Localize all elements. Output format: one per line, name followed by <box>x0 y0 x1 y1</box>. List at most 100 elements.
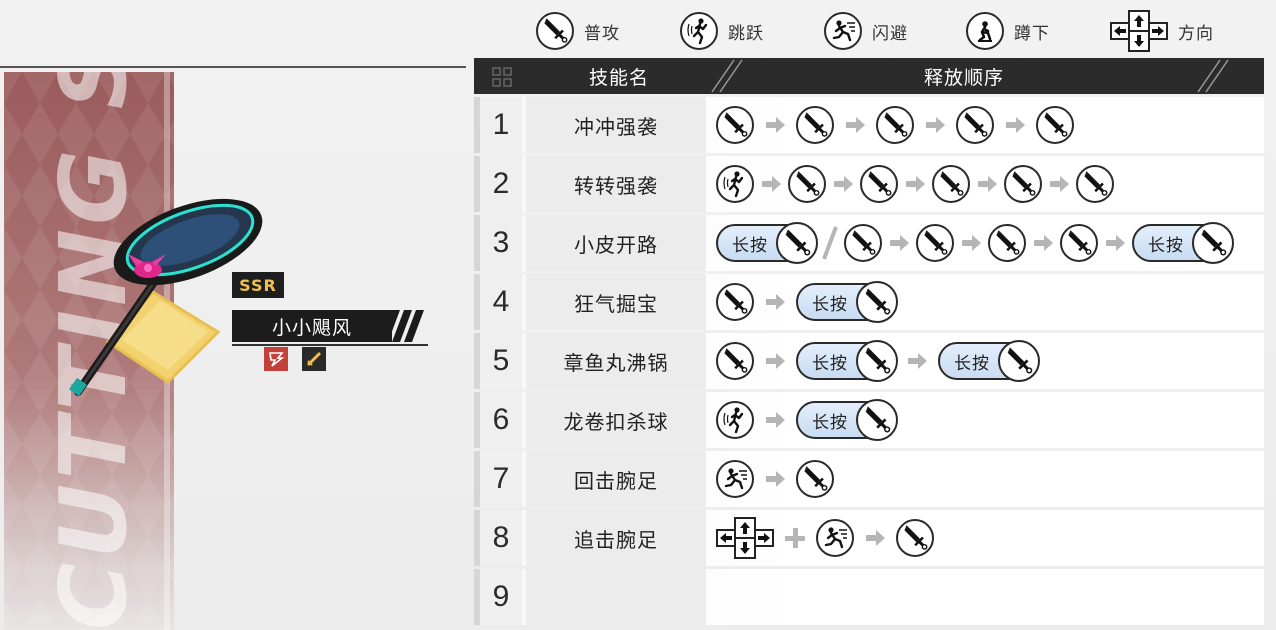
release-sequence <box>716 510 934 566</box>
sword-icon <box>716 283 754 321</box>
table-row: 1 冲冲强袭 <box>474 97 1264 153</box>
release-sequence: 长按 长按 <box>716 333 1040 389</box>
skill-name: 狂气掘宝 <box>526 274 706 330</box>
arrow-right-icon <box>908 353 927 369</box>
skill-number: 3 <box>480 215 522 271</box>
skill-number: 1 <box>480 97 522 153</box>
sword-icon <box>876 106 914 144</box>
skill-number: 6 <box>480 392 522 448</box>
legend-dodge: 闪避 <box>824 8 908 54</box>
weapon-image <box>69 198 263 397</box>
arrow-right-icon <box>766 471 785 487</box>
header-release-order: 释放顺序 <box>923 66 1004 89</box>
sword-icon <box>956 106 994 144</box>
sword-icon <box>856 399 898 441</box>
table-row: 4 狂气掘宝 长按 <box>474 274 1264 330</box>
sword-icon <box>896 519 934 557</box>
sword-icon <box>856 281 898 323</box>
skill-table: 技能名 释放顺序 1 冲冲强袭 2 转转强袭 3 小皮开路 长按 长按 4 狂气掘宝 长按 5 章鱼丸沸… <box>474 58 1264 625</box>
release-sequence: 长按 <box>716 392 898 448</box>
sword-icon <box>1060 224 1098 262</box>
table-row: 6 龙卷扣杀球 长按 <box>474 392 1264 448</box>
hold-label: 长按 <box>812 294 848 315</box>
plus-icon <box>785 528 805 548</box>
arrow-left-icon <box>716 529 736 547</box>
dodge-icon <box>716 460 754 498</box>
skill-name: 回击腕足 <box>526 451 706 507</box>
hold-label: 长按 <box>812 353 848 374</box>
sword-icon <box>844 224 882 262</box>
arrow-right-icon <box>926 117 945 133</box>
legend-label: 闪避 <box>872 23 908 44</box>
table-row: 5 章鱼丸沸锅 长按 长按 <box>474 333 1264 389</box>
table-row: 8 追击腕足 <box>474 510 1264 566</box>
header-divider-slash <box>711 59 743 93</box>
skill-name: 龙卷扣杀球 <box>526 392 706 448</box>
arrow-right-icon <box>834 176 853 192</box>
arrow-right-icon <box>766 412 785 428</box>
header-skill-name: 技能名 <box>588 66 649 89</box>
arrow-up-icon <box>1128 10 1150 32</box>
sword-icon <box>856 340 898 382</box>
crouch-icon <box>966 12 1004 50</box>
arrow-right-icon <box>766 294 785 310</box>
sword-icon <box>860 165 898 203</box>
element-attribute-icon <box>264 347 288 371</box>
sword-icon <box>988 224 1026 262</box>
arrow-right-icon <box>906 176 925 192</box>
table-row: 9 <box>474 569 1264 625</box>
sword-icon <box>1036 106 1074 144</box>
arrow-right-icon <box>1050 176 1069 192</box>
sword-icon <box>916 224 954 262</box>
control-legend: 普攻 跳跃 闪避 蹲下 方向 <box>536 8 1276 54</box>
sword-icon <box>1192 222 1234 264</box>
arrow-right-icon <box>1006 117 1025 133</box>
skill-number: 7 <box>480 451 522 507</box>
skill-name: 追击腕足 <box>526 510 706 566</box>
jump-icon <box>716 165 754 203</box>
arrow-right-icon <box>1148 22 1168 40</box>
release-sequence: 长按 <box>716 274 898 330</box>
legend-label: 普攻 <box>584 23 620 44</box>
arrow-left-icon <box>1110 22 1130 40</box>
jump-icon <box>716 401 754 439</box>
weapon-type-icon <box>302 347 326 371</box>
legend-attack: 普攻 <box>536 8 620 54</box>
sword-icon <box>932 165 970 203</box>
arrow-up-icon <box>734 517 756 539</box>
hold-attack-chip: 长按 <box>796 399 898 441</box>
skill-number: 8 <box>480 510 522 566</box>
sword-icon <box>536 12 574 50</box>
hold-attack-chip: 长按 <box>938 340 1040 382</box>
sword-icon <box>716 342 754 380</box>
dodge-icon <box>816 519 854 557</box>
arrow-right-icon <box>962 235 981 251</box>
hold-label: 长按 <box>1148 235 1184 256</box>
grid-icon <box>492 67 512 87</box>
weapon-name: 小小飓风 <box>232 310 392 342</box>
skill-name <box>526 569 706 625</box>
arrow-right-icon <box>1034 235 1053 251</box>
arrow-down-icon <box>734 537 756 559</box>
arrow-right-icon <box>890 235 909 251</box>
arrow-right-icon <box>762 176 781 192</box>
arrow-right-icon <box>846 117 865 133</box>
sword-icon <box>716 106 754 144</box>
rarity-badge: SSR <box>232 272 284 298</box>
dpad-icon <box>1110 10 1168 52</box>
hold-attack-chip: 长按 <box>796 340 898 382</box>
hold-attack-chip: 长按 <box>1132 222 1234 264</box>
or-slash-icon <box>822 226 838 260</box>
release-sequence <box>716 451 834 507</box>
arrow-right-icon <box>766 117 785 133</box>
sword-icon <box>788 165 826 203</box>
skill-number: 2 <box>480 156 522 212</box>
legend-jump: 跳跃 <box>680 8 764 54</box>
legend-direction: 方向 <box>1110 8 1214 54</box>
arrow-right-icon <box>1106 235 1125 251</box>
dodge-icon <box>824 12 862 50</box>
jump-icon <box>680 12 718 50</box>
release-sequence <box>716 156 1114 212</box>
table-row: 7 回击腕足 <box>474 451 1264 507</box>
arrow-right-icon <box>866 530 885 546</box>
